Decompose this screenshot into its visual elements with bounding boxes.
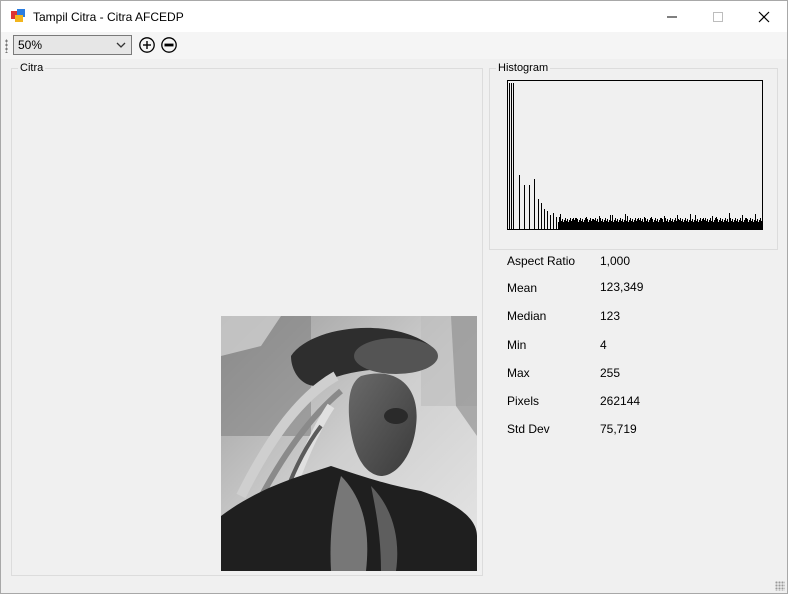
stat-value-min: 4	[600, 338, 607, 352]
stat-label-std-dev: Std Dev	[507, 422, 550, 436]
toolbar-grip[interactable]	[5, 39, 8, 53]
citra-image[interactable]	[221, 316, 477, 571]
stat-value-median: 123	[600, 309, 621, 323]
histogram-bars	[509, 83, 762, 229]
stat-value-pixels: 262144	[600, 394, 641, 408]
app-icon	[11, 9, 27, 23]
close-button[interactable]	[741, 1, 787, 32]
stat-value-aspect-ratio: 1,000	[600, 254, 631, 268]
window-title: Tampil Citra - Citra AFCEDP	[33, 10, 184, 24]
zoom-out-icon[interactable]	[160, 36, 178, 54]
close-icon	[758, 11, 770, 22]
title-bar[interactable]: Tampil Citra - Citra AFCEDP	[1, 1, 787, 32]
chevron-down-icon	[116, 42, 126, 48]
stat-value-std-dev: 75,719	[600, 422, 637, 436]
resize-grip[interactable]	[775, 581, 785, 591]
zoom-value: 50%	[18, 38, 43, 52]
citra-label: Citra	[18, 61, 46, 75]
histogram-label: Histogram	[496, 61, 551, 75]
portrait-image	[221, 316, 477, 571]
maximize-icon	[713, 11, 723, 22]
stat-value-mean: 123,349	[600, 280, 644, 294]
stat-label-max: Max	[507, 366, 530, 380]
stat-label-aspect-ratio: Aspect Ratio	[507, 254, 576, 268]
stat-label-median: Median	[507, 309, 547, 323]
toolbar: 50%	[1, 32, 787, 59]
stat-value-max: 255	[600, 366, 621, 380]
maximize-button[interactable]	[695, 1, 741, 32]
main-window: Tampil Citra - Citra AFCEDP 50% Citra Hi…	[0, 0, 788, 594]
zoom-in-icon[interactable]	[138, 36, 156, 54]
stat-label-pixels: Pixels	[507, 394, 540, 408]
minimize-icon	[667, 16, 677, 17]
stat-label-min: Min	[507, 338, 527, 352]
stat-label-mean: Mean	[507, 281, 538, 295]
zoom-dropdown[interactable]: 50%	[13, 35, 132, 55]
histogram-chart	[507, 80, 763, 230]
minimize-button[interactable]	[649, 1, 695, 32]
